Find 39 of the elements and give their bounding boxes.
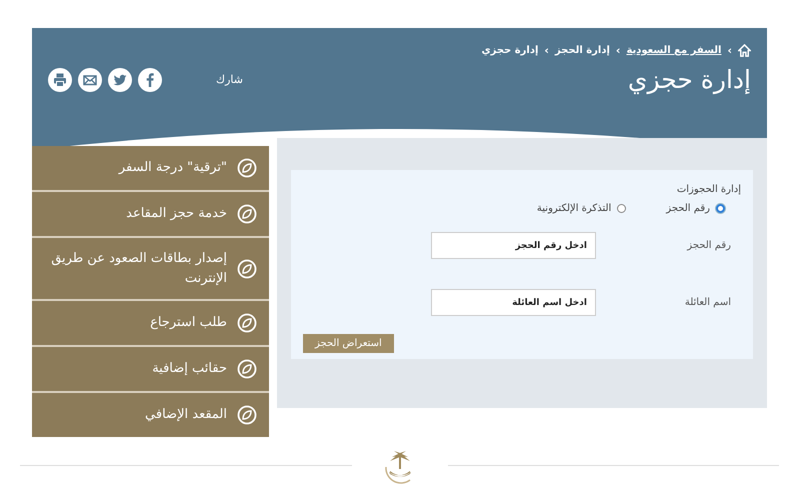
sidebar-label: إصدار بطاقات الصعود عن طريق الإنترنت xyxy=(50,250,227,288)
sidebar-label: خدمة حجز المقاعد xyxy=(126,205,227,224)
bird-icon[interactable] xyxy=(108,68,132,92)
page-title: إدارة حجزي xyxy=(628,65,751,94)
leaf-icon xyxy=(237,313,257,333)
sidebar-item[interactable]: طلب استرجاع xyxy=(32,301,269,347)
chevron-text: › xyxy=(544,44,549,57)
sidebar-label: "ترقية" درجة السفر xyxy=(118,159,227,178)
field-label: رقم الحجز xyxy=(686,240,732,251)
share-label: شارك xyxy=(216,73,243,86)
leaf-icon xyxy=(237,405,257,425)
facebook-icon[interactable] xyxy=(138,68,162,92)
breadcrumb-link[interactable]: إدارة الحجز xyxy=(554,45,610,56)
input-field[interactable]: ادخل اسم العائلة xyxy=(431,289,596,316)
field-label: اسم العائلة xyxy=(684,297,732,308)
sidebar-label: طلب استرجاع xyxy=(150,314,227,332)
form-heading: إدارة الحجوزات xyxy=(676,184,741,195)
leaf-icon xyxy=(237,258,257,278)
sidebar-item[interactable]: إصدار بطاقات الصعود عن طريق الإنترنت xyxy=(32,238,269,301)
printer-icon[interactable] xyxy=(48,68,72,92)
submit-button[interactable]: استعراض الحجز xyxy=(303,334,394,353)
mail-icon[interactable] xyxy=(78,68,102,92)
leaf-icon xyxy=(237,359,257,379)
radio-option[interactable]: رقم الحجز xyxy=(666,203,725,214)
input-field[interactable]: ادخل رقم الحجز xyxy=(431,232,596,259)
breadcrumb-link[interactable]: إدارة حجزي xyxy=(481,45,538,56)
sidebar-label: حقائب إضافية xyxy=(152,360,227,378)
leaf-icon xyxy=(237,204,257,224)
chevron-text: › xyxy=(616,44,620,57)
home-icon[interactable] xyxy=(738,44,751,57)
sidebar-item[interactable]: حقائب إضافية xyxy=(32,347,269,393)
sidebar-item[interactable]: المقعد الإضافي xyxy=(32,393,269,437)
breadcrumb-link[interactable]: السفر مع السعودية xyxy=(626,45,722,56)
sidebar-item[interactable]: خدمة حجز المقاعد xyxy=(32,192,269,238)
leaf-icon xyxy=(237,158,257,178)
sidebar-label: المقعد الإضافي xyxy=(145,406,227,424)
chevron-text: › xyxy=(727,44,732,57)
sidebar-item[interactable]: "ترقية" درجة السفر xyxy=(32,146,269,192)
radio-option[interactable]: التذكرة الإلكترونية xyxy=(536,203,626,214)
